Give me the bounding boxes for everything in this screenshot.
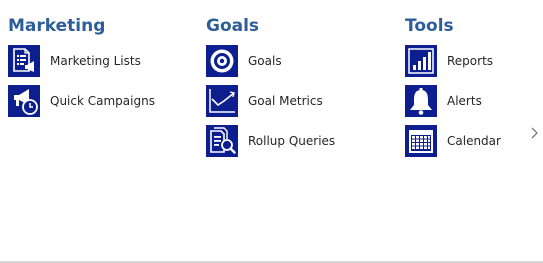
nav-item-goals[interactable]: Goals [206, 45, 396, 77]
document-search-icon [206, 125, 238, 157]
marketing-list-icon [8, 45, 40, 77]
nav-item-goal-metrics[interactable]: Goal Metrics [206, 85, 396, 117]
group-tools: Tools Reports Alerts Calendar [405, 14, 543, 165]
chevron-right-icon[interactable] [528, 124, 542, 142]
group-marketing: Marketing Marketing Lists Quick Campaign… [8, 14, 198, 125]
nav-item-alerts[interactable]: Alerts [405, 85, 543, 117]
group-title-tools: Tools [405, 16, 454, 36]
nav-label-reports: Reports [447, 54, 494, 68]
nav-item-quick-campaigns[interactable]: Quick Campaigns [8, 85, 198, 117]
nav-item-reports[interactable]: Reports [405, 45, 543, 77]
group-title-goals: Goals [206, 16, 260, 36]
nav-label-marketing-lists: Marketing Lists [50, 54, 141, 68]
group-title-marketing: Marketing [8, 16, 106, 36]
calendar-icon [405, 125, 437, 157]
nav-item-rollup-queries[interactable]: Rollup Queries [206, 125, 396, 157]
nav-label-alerts: Alerts [447, 94, 482, 108]
nav-label-quick-campaigns: Quick Campaigns [50, 94, 155, 108]
nav-item-calendar[interactable]: Calendar [405, 125, 543, 157]
bar-report-icon [405, 45, 437, 77]
nav-label-rollup-queries: Rollup Queries [248, 134, 336, 148]
line-chart-icon [206, 85, 238, 117]
bell-icon [405, 85, 437, 117]
nav-label-calendar: Calendar [447, 134, 501, 148]
target-icon [206, 45, 238, 77]
nav-item-marketing-lists[interactable]: Marketing Lists [8, 45, 198, 77]
nav-label-goal-metrics: Goal Metrics [248, 94, 323, 108]
nav-label-goals: Goals [248, 54, 282, 68]
group-goals: Goals Goals Goal Metrics Rollup Queries [206, 14, 396, 165]
megaphone-clock-icon [8, 85, 40, 117]
